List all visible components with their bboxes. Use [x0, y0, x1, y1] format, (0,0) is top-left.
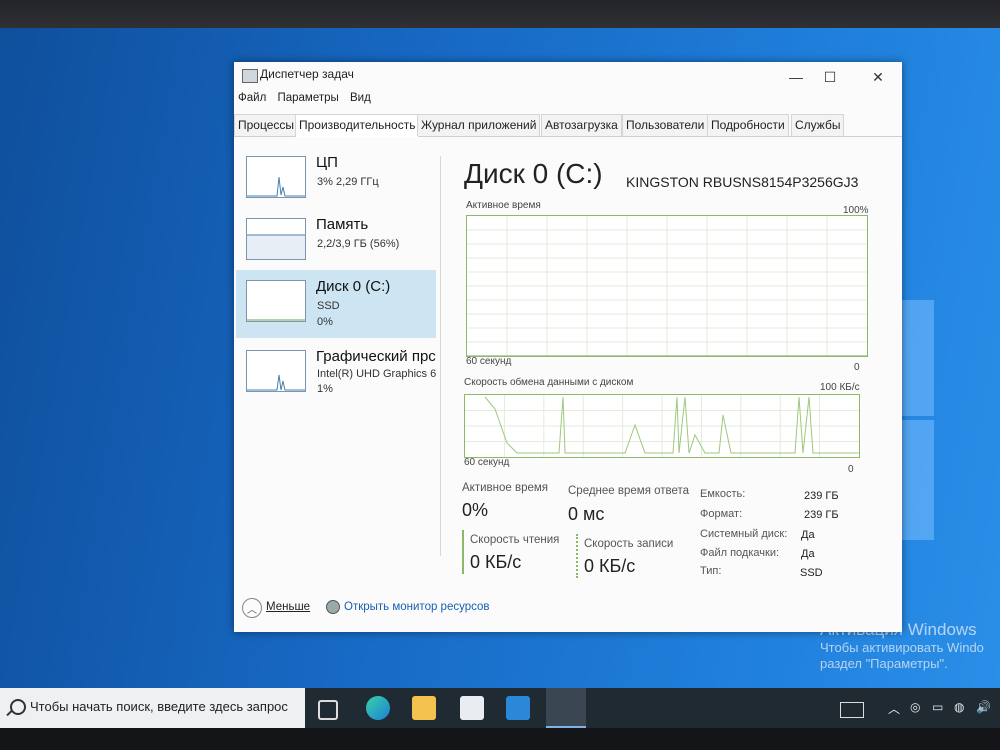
title-bar[interactable]: Диспетчер задач — ☐ ✕	[234, 62, 902, 92]
search-placeholder: Чтобы начать поиск, введите здесь запрос	[30, 699, 288, 714]
fewer-details-link[interactable]: Меньше	[266, 601, 310, 613]
task-manager-icon	[242, 69, 258, 83]
tab-details[interactable]: Подробности	[707, 114, 789, 136]
chevron-up-icon[interactable]: ︿	[242, 598, 262, 618]
resource-gpu[interactable]: Графический прс Intel(R) UHD Graphics 6 …	[236, 340, 436, 408]
gpu-sparkline	[246, 350, 306, 392]
activation-line2: раздел "Параметры".	[820, 656, 948, 671]
write-speed-label: Скорость записи	[584, 538, 674, 550]
tab-users[interactable]: Пользователи	[622, 114, 709, 136]
disk-sparkline	[246, 280, 306, 322]
resource-memory[interactable]: Память 2,2/3,9 ГБ (56%)	[236, 208, 436, 276]
meet-icon[interactable]: ◎	[910, 700, 920, 714]
edge-icon[interactable]	[366, 696, 390, 720]
prop-format-key: Формат:	[700, 508, 743, 520]
resource-sub: Intel(R) UHD Graphics 6	[317, 368, 437, 380]
prop-format-value: 239 ГБ	[804, 509, 839, 521]
resource-sub: 2,2/3,9 ГБ (56%)	[317, 238, 400, 250]
prop-capacity-key: Емкость:	[700, 488, 746, 500]
resource-name: ЦП	[316, 154, 338, 171]
resource-name: Диск 0 (C:)	[316, 278, 391, 295]
prop-type-value: SSD	[800, 567, 823, 579]
tab-services[interactable]: Службы	[791, 114, 845, 136]
graph2-min: 0	[848, 464, 854, 475]
graph1-min: 0	[854, 362, 860, 373]
active-time-label: Активное время	[462, 482, 549, 494]
minimize-button[interactable]: —	[782, 66, 810, 88]
monitor-bezel-top	[0, 0, 1000, 28]
prop-capacity-value: 239 ГБ	[804, 490, 839, 502]
read-speed-value: 0 КБ/с	[470, 552, 522, 572]
tab-startup[interactable]: Автозагрузка	[541, 114, 622, 136]
search-box[interactable]: Чтобы начать поиск, введите здесь запрос	[0, 688, 305, 728]
read-speed-label: Скорость чтения	[470, 534, 560, 546]
cpu-sparkline	[246, 156, 306, 198]
menu-file[interactable]: Файл	[238, 92, 266, 104]
prop-system-disk-key: Системный диск:	[700, 528, 788, 540]
chevron-up-icon[interactable]: ︿	[888, 700, 900, 717]
resource-disk-0[interactable]: Диск 0 (C:) SSD 0%	[236, 270, 436, 338]
file-explorer-icon[interactable]	[412, 696, 436, 720]
tab-app-history[interactable]: Журнал приложений	[417, 114, 541, 136]
transfer-rate-series	[484, 396, 859, 454]
monitor-bezel-bottom	[0, 728, 1000, 750]
resource-cpu[interactable]: ЦП 3% 2,29 ГГц	[236, 146, 436, 214]
window-title: Диспетчер задач	[260, 67, 354, 81]
resource-name: Память	[316, 216, 369, 233]
read-separator	[462, 530, 464, 574]
menu-bar: Файл Параметры Вид	[238, 92, 379, 112]
task-manager-taskbar-icon[interactable]	[546, 688, 586, 728]
active-time-value: 0%	[462, 500, 489, 520]
prop-type-key: Тип:	[700, 565, 722, 577]
taskbar: Чтобы начать поиск, введите здесь запрос…	[0, 688, 1000, 728]
detail-title: Диск 0 (C:)	[464, 158, 603, 189]
close-button[interactable]: ✕	[864, 66, 892, 88]
open-resource-monitor-link[interactable]: Открыть монитор ресурсов	[344, 601, 490, 613]
active-time-graph	[466, 215, 868, 357]
resource-usage: 0%	[317, 316, 333, 328]
graph1-time: 60 секунд	[466, 356, 512, 367]
resource-monitor-icon	[326, 600, 340, 614]
graph2-max: 100 КБ/с	[820, 382, 860, 393]
keyboard-icon[interactable]	[840, 702, 864, 718]
volume-icon[interactable]: 🔊	[976, 700, 991, 714]
prop-pagefile-key: Файл подкачки:	[700, 547, 780, 559]
tab-strip: Процессы Производительность Журнал прило…	[234, 114, 902, 137]
resource-name: Графический прс	[316, 348, 436, 365]
resource-sub: SSD	[317, 300, 340, 312]
task-manager-window: Диспетчер задач — ☐ ✕ Файл Параметры Вид…	[234, 62, 902, 632]
store-icon[interactable]	[460, 696, 484, 720]
menu-options[interactable]: Параметры	[277, 92, 338, 104]
avg-response-label: Среднее время ответа	[568, 485, 690, 497]
tab-performance[interactable]: Производительность	[295, 114, 420, 137]
graph1-label: Активное время	[466, 200, 541, 211]
search-icon	[10, 699, 26, 715]
disk-model: KINGSTON RBUSNS8154P3256GJ3	[626, 174, 859, 190]
prop-system-disk-value: Да	[801, 529, 815, 541]
menu-view[interactable]: Вид	[350, 92, 371, 104]
prop-pagefile-value: Да	[801, 548, 815, 560]
avg-response-value: 0 мс	[568, 504, 605, 524]
resource-usage: 1%	[317, 383, 333, 395]
resource-list: ЦП 3% 2,29 ГГц Память 2,2/3,9 ГБ (56%) Д…	[234, 138, 440, 598]
write-speed-value: 0 КБ/с	[584, 556, 636, 576]
activation-line1: Чтобы активировать Windo	[820, 640, 984, 655]
graph2-time: 60 секунд	[464, 457, 510, 468]
tab-processes[interactable]: Процессы	[234, 114, 299, 136]
write-separator	[576, 534, 578, 578]
battery-icon[interactable]: ▭	[932, 700, 943, 714]
mail-icon[interactable]	[506, 696, 530, 720]
transfer-rate-graph	[464, 394, 860, 458]
resource-sub: 3% 2,29 ГГц	[317, 176, 379, 188]
maximize-button[interactable]: ☐	[816, 66, 844, 88]
pane-divider[interactable]	[440, 156, 441, 556]
task-view-icon[interactable]	[318, 700, 338, 720]
footer: ︿ Меньше Открыть монитор ресурсов	[234, 598, 902, 632]
memory-sparkline	[246, 218, 306, 260]
network-icon[interactable]: ◍	[954, 700, 964, 714]
graph2-label: Скорость обмена данными с диском	[464, 377, 634, 388]
